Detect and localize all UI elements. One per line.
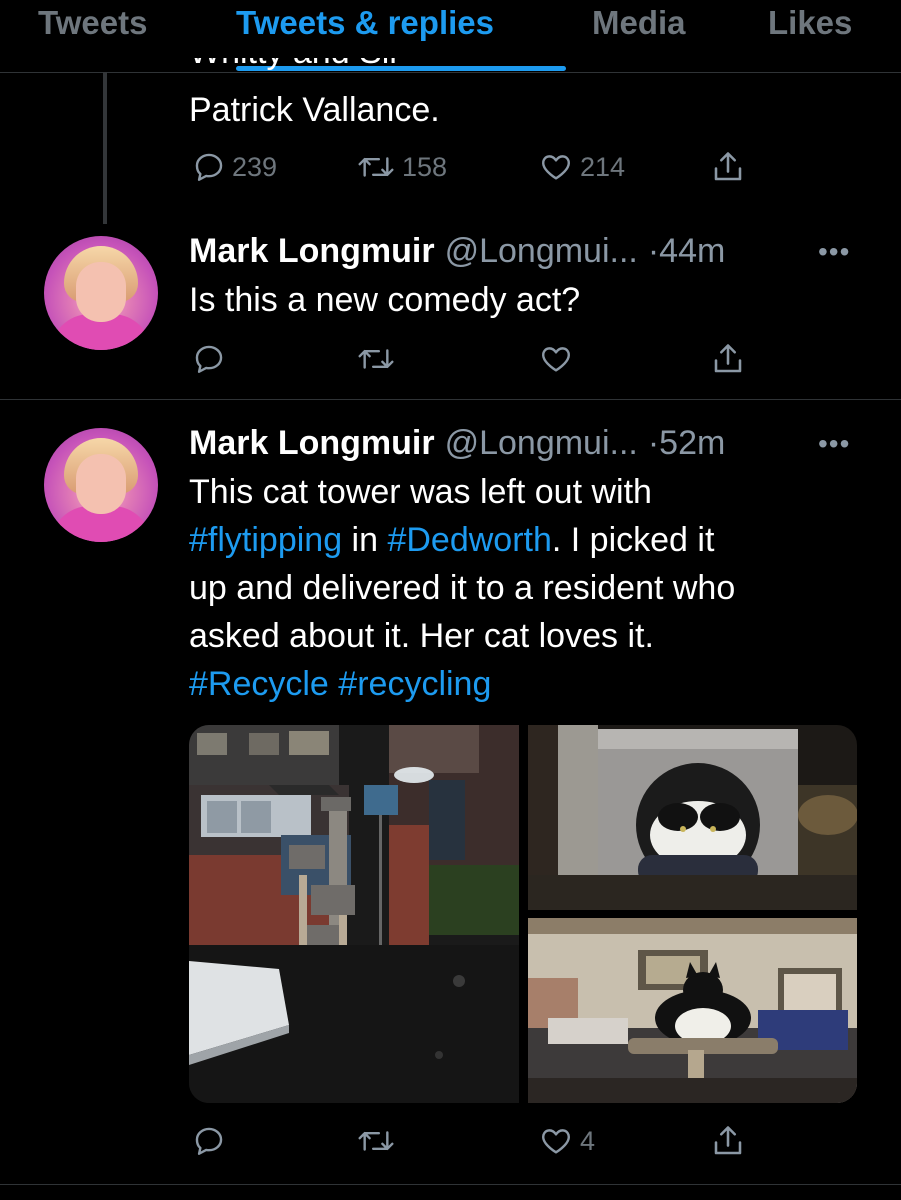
tweet-text-line: up and delivered it to a resident who: [189, 564, 869, 612]
retweet-button[interactable]: [356, 342, 402, 376]
tab-tweets[interactable]: Tweets: [38, 4, 147, 42]
share-icon: [714, 1126, 742, 1155]
share-button[interactable]: [710, 1122, 746, 1160]
username[interactable]: @Longmui...: [445, 424, 638, 463]
hashtag-link[interactable]: #recycling: [338, 665, 491, 703]
tweet-text: This cat tower was left out with #flytip…: [189, 468, 869, 708]
like-button[interactable]: [538, 342, 580, 376]
heart-icon: [542, 347, 570, 372]
tweet-divider: [0, 399, 901, 400]
photo-cat-on-tower[interactable]: [528, 918, 857, 1103]
reply-button[interactable]: [192, 342, 232, 376]
more-button[interactable]: •••: [818, 428, 850, 460]
more-icon: •••: [818, 428, 851, 459]
tweet-header: Mark Longmuir @Longmui... ·52m: [189, 424, 725, 463]
hashtag-link[interactable]: #flytipping: [189, 521, 342, 559]
tweet-text: Is this a new comedy act?: [189, 281, 581, 319]
display-name[interactable]: Mark Longmuir: [189, 232, 435, 271]
thread-connector-line: [103, 72, 107, 224]
tweet-text-line: #flytipping in #Dedworth. I picked it: [189, 516, 869, 564]
street-scene-image: [189, 725, 519, 1103]
reply-button[interactable]: 239: [192, 150, 277, 184]
text-segment: This cat tower was left out with: [189, 473, 652, 511]
username[interactable]: @Longmui...: [445, 232, 638, 271]
tab-media[interactable]: Media: [592, 4, 686, 42]
like-button[interactable]: 4: [538, 1124, 595, 1158]
tweet-text-clipped-line: Whitty and Sir: [189, 58, 769, 76]
reply-icon: [195, 153, 223, 181]
avatar[interactable]: [44, 236, 158, 350]
timestamp[interactable]: ·44m: [648, 232, 725, 271]
like-button[interactable]: 214: [538, 150, 625, 184]
share-icon: [714, 152, 742, 181]
cat-room-image: [528, 918, 857, 1103]
hashtag-link[interactable]: #Dedworth: [387, 521, 551, 559]
tab-tweets-and-replies[interactable]: Tweets & replies: [236, 4, 494, 42]
text-segment: up and delivered it to a resident who: [189, 569, 736, 607]
tweet-text-line: asked about it. Her cat loves it.: [189, 612, 869, 660]
retweet-icon: [358, 157, 394, 177]
retweet-icon: [358, 1131, 394, 1151]
tweet-text-line: This cat tower was left out with: [189, 468, 869, 516]
hashtag-link[interactable]: #Recycle: [189, 665, 329, 703]
retweet-button[interactable]: 158: [356, 150, 447, 184]
heart-icon: [542, 155, 570, 180]
text-segment: [329, 665, 338, 703]
reply-button[interactable]: [192, 1124, 232, 1158]
tweet-text-line: #Recycle #recycling: [189, 660, 869, 708]
photo-cat-in-box[interactable]: [528, 725, 857, 910]
more-icon: •••: [818, 236, 851, 267]
like-count: 214: [580, 151, 626, 182]
share-button[interactable]: [710, 148, 746, 186]
photo-street-cat-tower[interactable]: [189, 725, 519, 1103]
share-icon: [714, 344, 742, 373]
tweet-divider: [0, 1184, 901, 1185]
text-segment: asked about it. Her cat loves it.: [189, 617, 654, 655]
text-segment: . I picked it: [551, 521, 715, 559]
share-button[interactable]: [710, 340, 746, 378]
text-segment: in: [342, 521, 388, 559]
reply-icon: [195, 1127, 223, 1155]
display-name[interactable]: Mark Longmuir: [189, 424, 435, 463]
media-grid: [189, 725, 857, 1103]
avatar[interactable]: [44, 428, 158, 542]
cat-box-image: [528, 725, 857, 910]
tab-likes[interactable]: Likes: [768, 4, 852, 42]
timestamp[interactable]: ·52m: [648, 424, 725, 463]
more-button[interactable]: •••: [818, 236, 850, 268]
tweet-text: Patrick Vallance.: [189, 91, 440, 129]
retweet-icon: [358, 349, 394, 369]
heart-icon: [542, 1129, 570, 1154]
retweet-button[interactable]: [356, 1124, 402, 1158]
tweet-header: Mark Longmuir @Longmui... ·44m: [189, 232, 725, 271]
reply-icon: [195, 345, 223, 373]
like-count: 4: [580, 1125, 596, 1156]
retweet-count: 158: [402, 151, 448, 182]
reply-count: 239: [232, 151, 278, 182]
